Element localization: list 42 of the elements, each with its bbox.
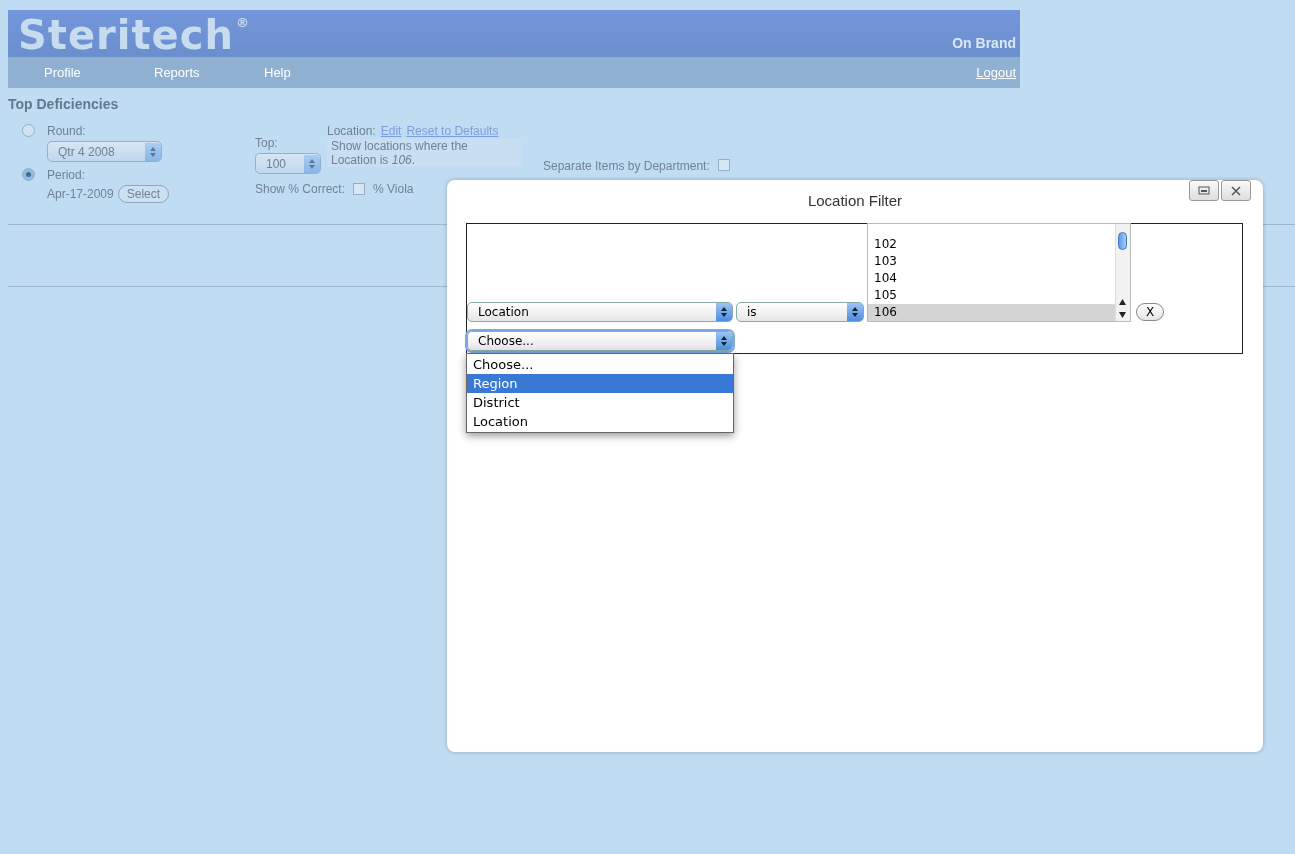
logo: Steritech$^{®}$ [18,11,250,57]
dropdown-option[interactable]: Location [467,412,733,431]
checkbox[interactable] [717,159,730,171]
period-label: Period: [47,168,87,182]
page-title: Top Deficiencies [8,95,120,112]
scroll-thumb[interactable] [1118,232,1127,250]
stepper-icon [716,332,732,350]
scroll-down-icon[interactable] [1119,312,1126,318]
separate-label: Separate Items by Department: [543,159,710,173]
dropdown-option[interactable]: Choose... [467,355,733,374]
scrollbar[interactable] [1115,224,1130,321]
list-option[interactable]: 102 [868,236,1115,253]
stepper-icon [145,142,161,161]
stepper-icon [304,154,320,173]
scroll-up-icon[interactable] [1119,299,1126,305]
location-description: Show locations where the Location is 106. [327,139,521,167]
list-option[interactable]: 106 [868,304,1115,321]
radio-button[interactable] [22,124,35,137]
stepper-icon [847,303,863,321]
round-label: Round: [47,124,87,138]
show-correct-label: Show % Correct: [255,182,346,196]
dropdown-option[interactable]: District [467,393,733,412]
top-label: Top: [255,136,279,150]
close-icon[interactable] [1221,180,1251,201]
operator-select[interactable]: is [736,302,864,322]
list-option[interactable]: 105 [868,287,1115,304]
violations-label: % Viola [373,182,414,196]
list-option[interactable]: 104 [868,270,1115,287]
list-option[interactable]: 103 [868,253,1115,270]
location-label: Location: [327,124,376,138]
brand-name: On Brand [952,35,1016,51]
dropdown-option[interactable]: Region [467,374,733,393]
modal-title: Location Filter [807,192,903,211]
checkbox[interactable] [353,183,366,195]
new-field-select[interactable]: Choose... [467,331,733,351]
stepper-icon [716,303,732,321]
remove-button[interactable]: X [1136,303,1165,321]
field-select[interactable]: Location [467,302,733,322]
radio-button[interactable] [22,168,35,181]
period-date: Apr-17-2009 [47,187,114,201]
minimize-icon[interactable] [1189,180,1219,201]
value-listbox[interactable]: 102 103 104 105 106 [867,223,1131,322]
